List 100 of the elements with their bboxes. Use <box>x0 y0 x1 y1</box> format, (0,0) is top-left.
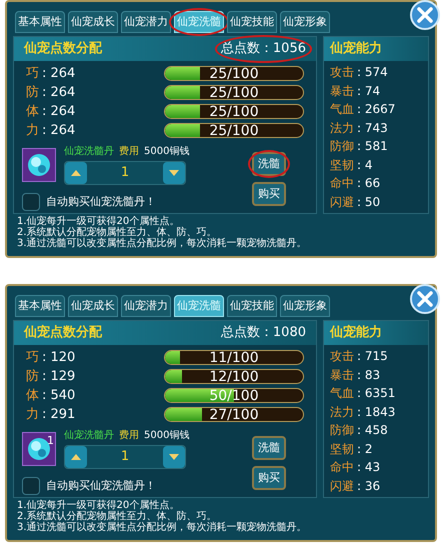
cost-label: 费用 <box>119 144 139 159</box>
cost-value: 5000铜钱 <box>144 145 190 159</box>
stat-value: : 120 <box>42 350 76 365</box>
tab[interactable]: 基本属性 <box>15 295 65 317</box>
stat-label: 巧 <box>26 66 39 81</box>
stat-value: : 264 <box>42 66 76 81</box>
up-triangle-icon <box>71 170 81 176</box>
tab[interactable]: 仙宠技能 <box>227 11 277 33</box>
decrease-button[interactable] <box>163 446 185 468</box>
item-slot[interactable] <box>22 148 56 182</box>
action-button[interactable]: 购买 <box>252 466 286 490</box>
total-points: 总点数：1080 <box>220 324 306 342</box>
progress-text: 25/100 <box>208 86 260 99</box>
tab[interactable]: 仙宠潜力 <box>121 11 171 33</box>
auto-buy-label: 自动购买仙宠洗髓丹！ <box>46 194 156 210</box>
total-points: 总点数：1056 <box>220 39 306 59</box>
ability-label: 坚韧 <box>330 156 354 174</box>
progress-text: 11/100 <box>208 351 260 364</box>
tab[interactable]: 仙宠形象 <box>280 295 330 317</box>
tab[interactable]: 仙宠潜力 <box>121 295 171 317</box>
ability-value: : 458 <box>357 422 388 440</box>
tab[interactable]: 仙宠成长 <box>68 295 118 317</box>
panel-title: 仙宠能力 <box>330 324 382 342</box>
note-text: 2.系统默认分配宠物属性至力、体、防、巧。 <box>17 227 217 238</box>
ability-label: 法力 <box>330 120 354 137</box>
ability-value: : 743 <box>357 120 388 137</box>
tab[interactable]: 仙宠技能 <box>227 295 277 317</box>
ability-label: 暴击 <box>330 366 354 384</box>
ability-value: : 36 <box>357 478 380 495</box>
progress-text: 12/100 <box>208 370 260 383</box>
increase-button[interactable] <box>65 162 87 184</box>
checkbox[interactable] <box>22 477 40 495</box>
quantity-value: 1 <box>120 164 130 182</box>
stat-value: : 264 <box>42 122 76 138</box>
progress-text: 27/100 <box>208 408 260 421</box>
stat-label: 力 <box>26 122 39 138</box>
ability-value: : 6351 <box>357 385 396 402</box>
ability-label: 气血 <box>330 385 354 402</box>
panel-title: 仙宠能力 <box>330 40 382 58</box>
panel-title: 仙宠点数分配 <box>24 40 102 58</box>
ability-label: 法力 <box>330 404 354 421</box>
progress-text: 25/100 <box>208 124 260 137</box>
up-triangle-icon <box>71 454 81 460</box>
tab[interactable]: 仙宠成长 <box>68 11 118 33</box>
close-icon <box>417 291 433 307</box>
stat-label: 体 <box>26 104 39 119</box>
stat-label: 巧 <box>26 350 39 365</box>
ability-value: : 83 <box>357 366 380 384</box>
stat-value: : 264 <box>42 104 76 119</box>
item-name: 仙宠洗髓丹 <box>64 144 114 159</box>
ability-label: 坚韧 <box>330 440 354 458</box>
orb-icon <box>26 436 52 462</box>
tab[interactable]: 基本属性 <box>15 11 65 33</box>
item-name: 仙宠洗髓丹 <box>64 428 114 443</box>
close-button[interactable] <box>410 0 440 30</box>
ability-value: : 66 <box>357 175 380 192</box>
close-button[interactable] <box>410 284 440 314</box>
cost-value: 5000铜钱 <box>144 429 190 443</box>
ability-label: 暴击 <box>330 82 354 100</box>
auto-buy-label: 自动购买仙宠洗髓丹！ <box>46 478 156 494</box>
stat-value: : 540 <box>42 388 76 403</box>
ability-value: : 581 <box>357 138 388 156</box>
quantity-value: 1 <box>120 448 130 466</box>
ability-value: : 1843 <box>357 404 396 421</box>
down-triangle-icon <box>169 454 179 460</box>
decrease-button[interactable] <box>163 162 185 184</box>
item-slot[interactable]: 1 <box>22 432 56 466</box>
panel-title: 仙宠点数分配 <box>24 324 102 342</box>
increase-button[interactable] <box>65 446 87 468</box>
progress-text: 25/100 <box>208 105 260 118</box>
ability-value: : 74 <box>357 82 380 100</box>
note-text: 2.系统默认分配宠物属性至力、体、防、巧。 <box>17 511 217 522</box>
ability-label: 攻击 <box>330 348 354 366</box>
close-icon <box>417 7 433 23</box>
stat-label: 防 <box>26 84 39 100</box>
action-button[interactable]: 购买 <box>252 182 286 206</box>
orb-icon <box>26 152 52 178</box>
stat-value: : 264 <box>42 84 76 100</box>
ability-value: : 4 <box>357 156 372 174</box>
stat-label: 防 <box>26 368 39 384</box>
ability-value: : 2667 <box>357 101 396 118</box>
progress-text: 25/100 <box>208 67 260 80</box>
item-count: 1 <box>47 435 54 446</box>
checkbox[interactable] <box>22 193 40 211</box>
note-text: 1.仙宠每升一级可获得20个属性点。 <box>17 216 180 227</box>
tab[interactable]: 仙宠形象 <box>280 11 330 33</box>
down-triangle-icon <box>169 170 179 176</box>
ability-value: : 2 <box>357 440 372 458</box>
stat-label: 力 <box>26 406 39 422</box>
ability-label: 闪避 <box>330 194 354 211</box>
ability-value: : 43 <box>357 459 380 476</box>
note-text: 3.通过洗髓可以改变属性点分配比例，每次消耗一颗宠物洗髓丹。 <box>17 522 308 533</box>
ability-value: : 715 <box>357 348 388 366</box>
ability-label: 气血 <box>330 101 354 118</box>
cost-label: 费用 <box>119 428 139 443</box>
stat-value: : 129 <box>42 368 76 384</box>
action-button[interactable]: 洗髓 <box>252 436 286 460</box>
ability-label: 闪避 <box>330 478 354 495</box>
ability-value: : 50 <box>357 194 380 211</box>
stat-label: 体 <box>26 388 39 403</box>
